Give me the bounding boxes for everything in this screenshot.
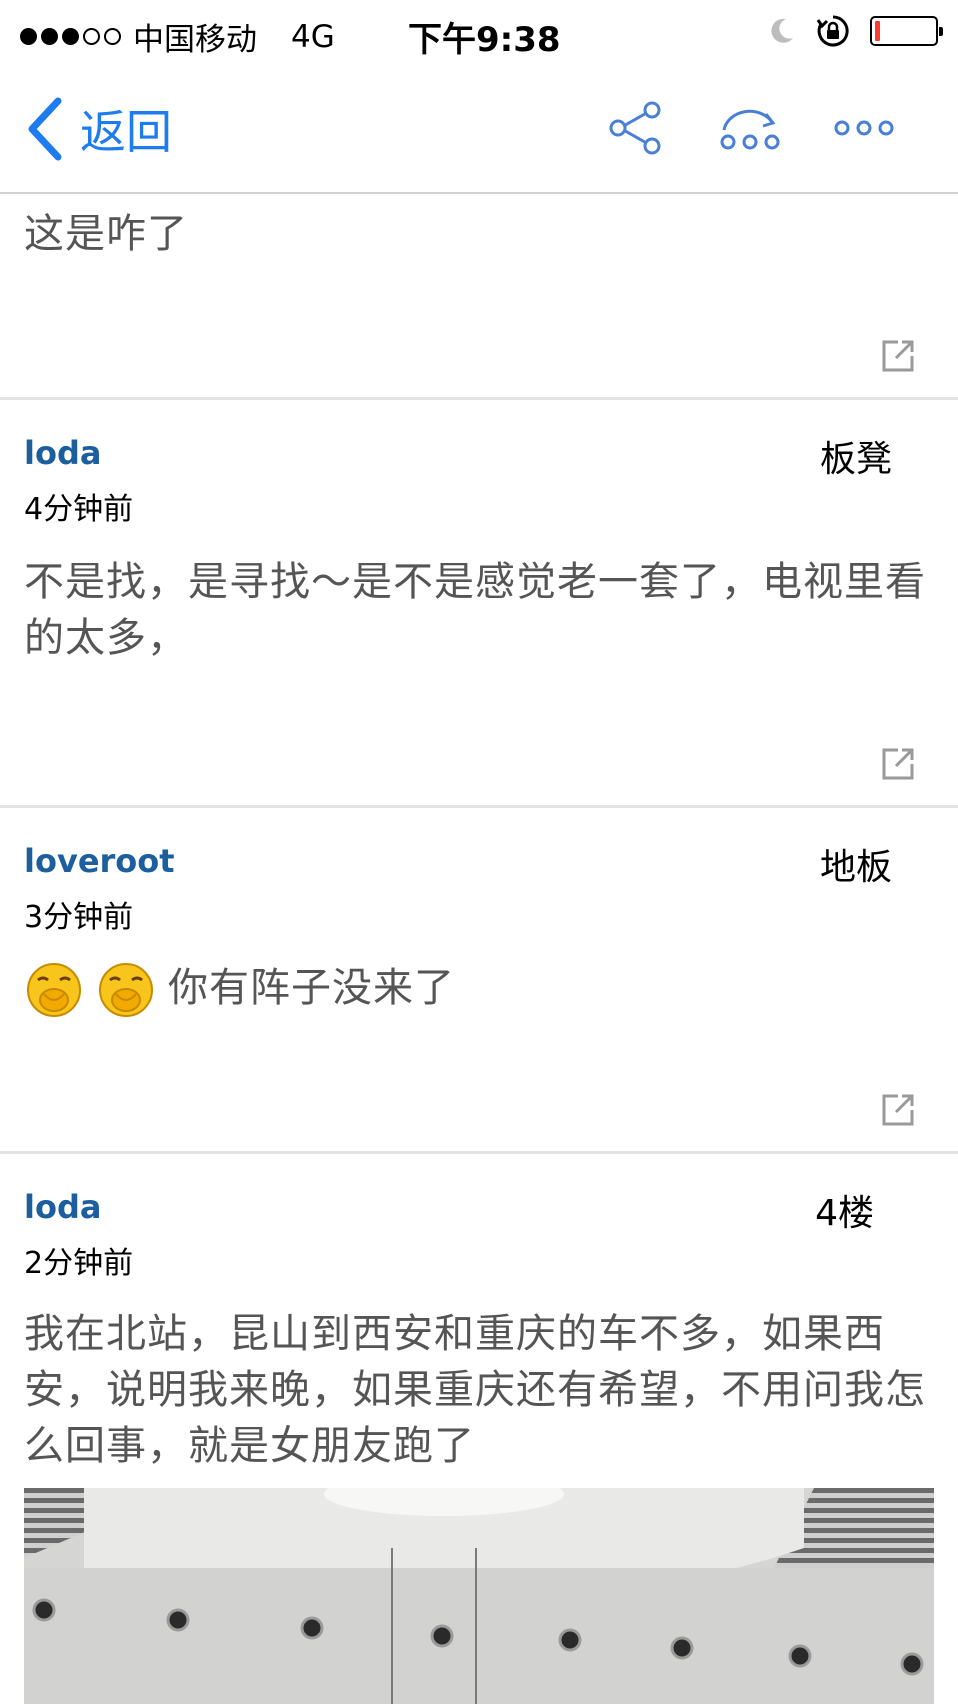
status-right: [766, 14, 943, 48]
rotation-lock-icon: [816, 15, 849, 47]
reply-button[interactable]: [716, 96, 784, 160]
post-body: 你有阵子没来了: [168, 965, 455, 1011]
reply-icon: [720, 109, 780, 150]
yawn-emoji-icon: [27, 963, 81, 1017]
external-link-icon[interactable]: [878, 744, 918, 784]
carrier-name: 中国移动: [133, 22, 257, 58]
moon-icon: [771, 18, 793, 43]
more-button[interactable]: [832, 96, 896, 160]
chevron-left-icon: [28, 97, 62, 161]
post-body: 我在北站，昆山到西安和重庆的车不多，如果西安，说明我来晚，如果重庆还有希望，不用…: [24, 1311, 926, 1469]
station-ceiling-image: [24, 1488, 934, 1704]
share-button[interactable]: [604, 96, 668, 160]
external-link-icon[interactable]: [878, 1090, 918, 1130]
post-item: loveroot 地板 3分钟前 你有阵子没来了: [0, 808, 958, 1154]
post-item: loda 板凳 4分钟前 不是找，是寻找～是不是感觉老一套了，电视里看的太多，: [0, 400, 958, 808]
signal-strength-icon: [20, 28, 121, 45]
post-body: 不是找，是寻找～是不是感觉老一套了，电视里看的太多，: [24, 559, 926, 661]
post-body-row: 你有阵子没来了: [24, 958, 944, 1018]
yawn-emoji-icon: [99, 963, 153, 1017]
nav-bar: 返回: [0, 64, 958, 194]
more-icon: [834, 120, 894, 136]
post-author[interactable]: loda: [24, 434, 101, 472]
post-floor: 地板: [819, 847, 892, 888]
network-type: 4G: [291, 18, 335, 55]
status-left: 中国移动 4G: [20, 14, 335, 59]
status-bar: 中国移动 4G 下午9:38: [0, 0, 958, 64]
share-icon: [609, 101, 661, 155]
post-body: 这是咋了: [24, 211, 188, 257]
status-time: 下午9:38: [408, 20, 561, 60]
external-link-icon[interactable]: [878, 336, 918, 376]
post-floor: 4楼: [815, 1193, 874, 1234]
post-floor: 板凳: [819, 439, 892, 480]
post-time: 3分钟前: [24, 900, 134, 935]
post-author[interactable]: loveroot: [24, 842, 175, 880]
post-time: 4分钟前: [24, 492, 134, 527]
battery-icon: [870, 16, 943, 46]
back-button[interactable]: 返回: [24, 96, 172, 162]
back-label: 返回: [80, 105, 172, 159]
post-time: 2分钟前: [24, 1246, 134, 1281]
post-photo[interactable]: [24, 1488, 934, 1704]
screen: 中国移动 4G 下午9:38 返回 这是咋了 loda 板凳 4分钟前 不是找，…: [0, 0, 958, 1704]
post-author[interactable]: loda: [24, 1188, 101, 1226]
post-item: 这是咋了: [0, 194, 958, 400]
